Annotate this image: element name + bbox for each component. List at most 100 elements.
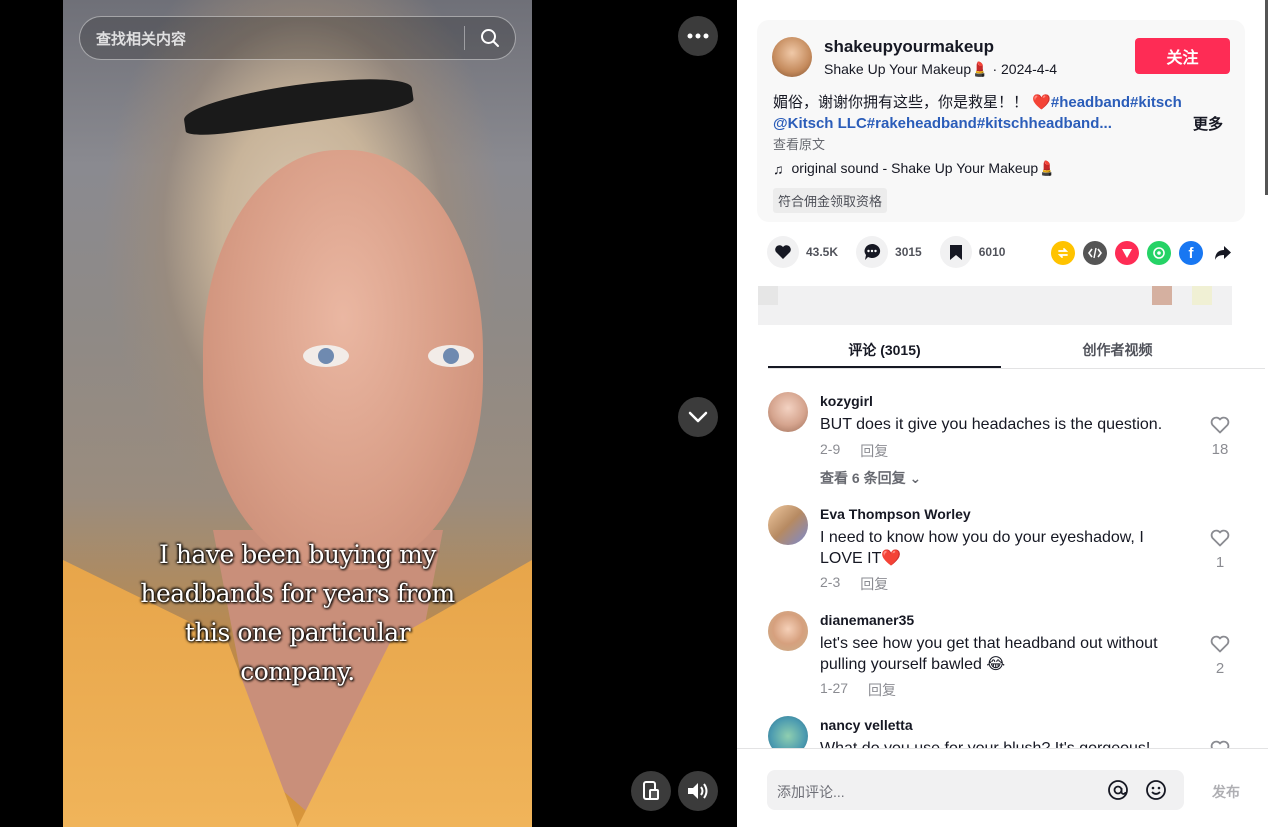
like-action[interactable]: 43.5K xyxy=(767,236,838,268)
details-panel: shakeupyourmakeup Shake Up Your Makeup💄 … xyxy=(737,0,1268,827)
post-date: 2024-4-4 xyxy=(1001,61,1058,77)
share-bar: f xyxy=(1051,241,1235,265)
commission-badge: 符合佣金领取资格 xyxy=(773,188,888,213)
banner-thumb xyxy=(1192,286,1212,305)
reply-button[interactable]: 回复 xyxy=(860,441,888,461)
comment-meta: 2-9 回复 xyxy=(820,441,888,461)
whatsapp-icon[interactable] xyxy=(1147,241,1171,265)
more-link[interactable]: 更多 xyxy=(1193,113,1223,134)
avatar[interactable] xyxy=(768,716,808,748)
avatar[interactable] xyxy=(768,392,808,432)
music-title: original sound - Shake Up Your Makeup💄 xyxy=(791,160,1056,176)
comment-date: 2-3 xyxy=(820,574,841,590)
heart-outline-icon xyxy=(1210,740,1230,748)
comment-count: 3015 xyxy=(895,245,922,259)
comment-meta: 1-27 回复 xyxy=(820,680,896,700)
save-action[interactable]: 6010 xyxy=(939,236,1005,268)
emoji-icon[interactable] xyxy=(1145,779,1167,801)
comment-item: kozygirl BUT does it give you headaches … xyxy=(768,392,1238,502)
author-handle[interactable]: shakeupyourmakeup xyxy=(824,37,994,57)
heart-outline-icon xyxy=(1210,529,1230,547)
post-button[interactable]: 发布 xyxy=(1212,782,1240,802)
heart-outline-icon xyxy=(1210,416,1230,434)
comment-user[interactable]: kozygirl xyxy=(820,393,873,409)
device-icon xyxy=(643,781,659,800)
share-icon[interactable] xyxy=(1211,241,1235,265)
reply-button[interactable]: 回复 xyxy=(860,574,888,594)
author-name[interactable]: Shake Up Your Makeup💄 xyxy=(824,61,989,77)
video-frame[interactable] xyxy=(63,0,532,827)
comment-user[interactable]: nancy velletta xyxy=(820,717,913,733)
view-replies-link[interactable]: 查看 6 条回复 ⌄ xyxy=(820,468,921,488)
comment-list: kozygirl BUT does it give you headaches … xyxy=(737,380,1268,748)
date-separator: · xyxy=(992,61,998,77)
post-info-card: shakeupyourmakeup Shake Up Your Makeup💄 … xyxy=(757,20,1245,222)
view-original-link[interactable]: 查看原文 xyxy=(773,134,825,153)
heart-icon xyxy=(767,236,799,268)
comment-user[interactable]: dianemaner35 xyxy=(820,612,914,628)
comment-date: 1-27 xyxy=(820,680,849,696)
caption-line: this one particular xyxy=(184,618,411,647)
comment-meta: 2-3 回复 xyxy=(820,574,888,594)
reply-button[interactable]: 回复 xyxy=(868,680,896,700)
author-meta: Shake Up Your Makeup💄 · 2024-4-4 xyxy=(824,61,1057,78)
facebook-icon[interactable]: f xyxy=(1179,241,1203,265)
like-count: 43.5K xyxy=(806,245,839,259)
send-icon[interactable] xyxy=(1115,241,1139,265)
video-caption: I have been buying my headbands for year… xyxy=(63,535,532,691)
more-button[interactable] xyxy=(678,16,718,56)
comment-composer: 添加评论... 发布 xyxy=(737,748,1268,827)
repost-icon[interactable] xyxy=(1051,241,1075,265)
comment-like-count: 2 xyxy=(1215,660,1225,677)
more-icon xyxy=(687,33,709,39)
tab-bar: 评论 (3015) 创作者视频 xyxy=(768,330,1265,369)
tab-comments[interactable]: 评论 (3015) xyxy=(768,330,1001,368)
comment-like-count: 1 xyxy=(1215,554,1225,571)
comment-like-count: 18 xyxy=(1211,441,1229,458)
search-bar[interactable]: 查找相关内容 xyxy=(79,16,516,60)
video-eye-left xyxy=(303,345,349,367)
comment-item: nancy velletta What do you use for your … xyxy=(768,716,1238,748)
comment-like-button[interactable]: 1 xyxy=(1208,529,1232,571)
search-button[interactable] xyxy=(465,16,515,60)
follow-button[interactable]: 关注 xyxy=(1135,38,1230,74)
comment-item: Eva Thompson Worley I need to know how y… xyxy=(768,505,1238,600)
avatar[interactable] xyxy=(768,611,808,651)
comment-text: I need to know how you do your eyeshadow… xyxy=(820,529,1144,567)
search-input[interactable]: 查找相关内容 xyxy=(80,28,464,49)
comment-date: 2-9 xyxy=(820,441,841,457)
music-link[interactable]: ♫ original sound - Shake Up Your Makeup💄 xyxy=(773,160,1056,177)
video-eye-right xyxy=(428,345,474,367)
embed-icon[interactable] xyxy=(1083,241,1107,265)
author-avatar[interactable] xyxy=(772,37,812,77)
comment-input[interactable]: 添加评论... xyxy=(767,770,1184,810)
post-description: 媚俗，谢谢你拥有这些，你是救星！！ ❤️#headband#kitsch @Ki… xyxy=(773,92,1213,134)
comment-icon xyxy=(856,236,889,268)
comment-like-button[interactable]: 2 xyxy=(1208,635,1232,677)
comment-text: What do you use for your blush? It's gor… xyxy=(820,738,1180,748)
video-panel: I have been buying my headbands for year… xyxy=(0,0,737,827)
at-icon[interactable] xyxy=(1107,779,1129,801)
next-video-button[interactable] xyxy=(678,397,718,437)
heart-outline-icon xyxy=(1210,635,1230,653)
link-banner[interactable] xyxy=(758,286,1232,325)
action-bar: 43.5K 3015 6010 xyxy=(767,236,1023,268)
device-button[interactable] xyxy=(631,771,671,811)
comment-like-button[interactable] xyxy=(1208,740,1232,748)
comment-action[interactable]: 3015 xyxy=(856,236,922,268)
description-text: 媚俗，谢谢你拥有这些，你是救星！！ ❤️ xyxy=(773,94,1051,111)
caption-line: company. xyxy=(240,657,355,686)
caption-line: I have been buying my xyxy=(159,540,436,569)
comment-item: dianemaner35 let's see how you get that … xyxy=(768,611,1238,706)
volume-button[interactable] xyxy=(678,771,718,811)
avatar[interactable] xyxy=(768,505,808,545)
tab-creator-videos[interactable]: 创作者视频 xyxy=(1001,330,1234,368)
chevron-down-icon xyxy=(688,411,708,423)
comment-like-button[interactable]: 18 xyxy=(1208,416,1232,458)
comment-text: let's see how you get that headband out … xyxy=(820,635,1158,673)
search-icon xyxy=(481,29,499,47)
music-icon: ♫ xyxy=(773,160,784,177)
volume-icon xyxy=(688,783,708,799)
banner-thumb xyxy=(1152,286,1172,305)
comment-user[interactable]: Eva Thompson Worley xyxy=(820,506,971,522)
